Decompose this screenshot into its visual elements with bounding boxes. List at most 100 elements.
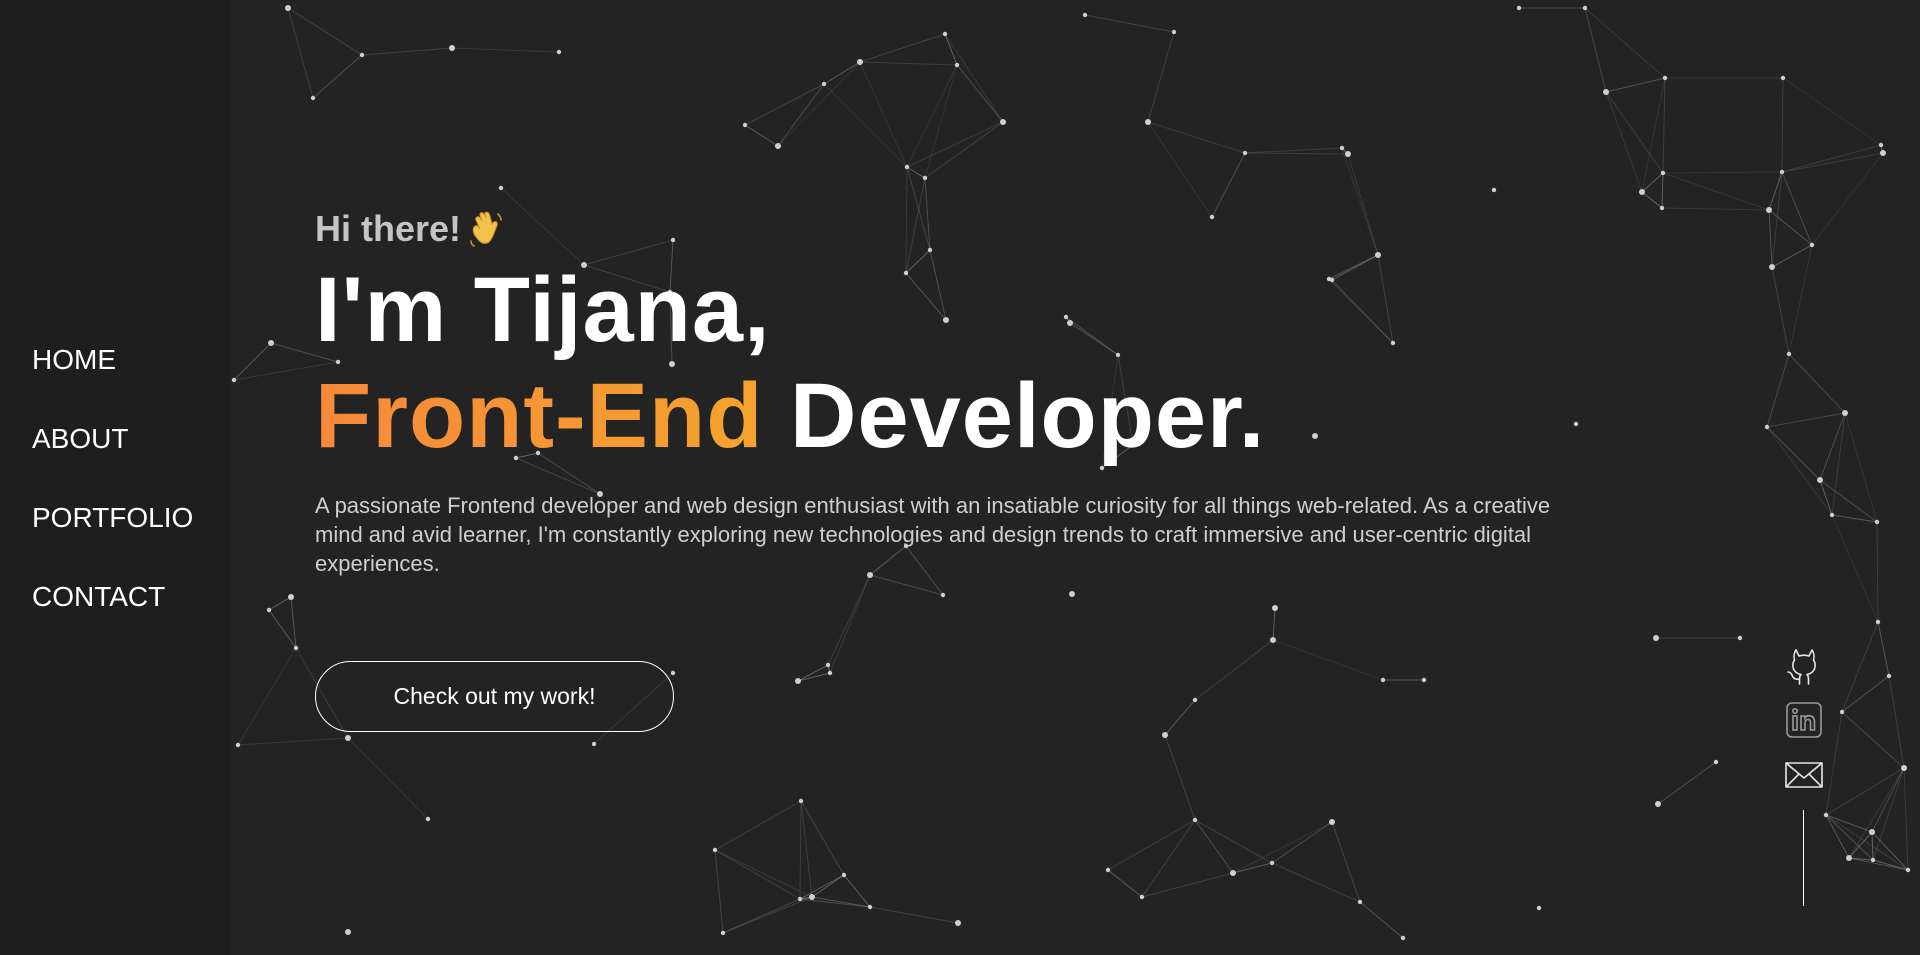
network-node [841,872,847,878]
network-link [799,874,845,900]
network-link [859,61,958,66]
network-link [361,47,453,56]
network-link [1768,209,1813,246]
nav-contact[interactable]: CONTACT [32,580,193,614]
mail-icon[interactable] [1783,754,1825,796]
network-node [266,607,272,613]
network-node [1270,637,1276,643]
network-link [1831,514,1879,623]
hero-section: Hi there! I'm Tijana, Front-End Develope… [315,205,1585,578]
network-node [857,59,863,65]
network-node [293,645,299,651]
network-link [1872,767,1905,861]
network-node [1400,935,1406,941]
linkedin-icon[interactable] [1783,699,1825,741]
nav-about[interactable]: ABOUT [32,422,193,456]
github-icon[interactable] [1783,644,1825,686]
network-link [829,574,871,674]
check-out-work-button[interactable]: Check out my work! [315,661,674,732]
network-node [1874,519,1880,525]
network-node [1786,351,1792,357]
network-node [867,904,873,910]
network-node [1829,512,1835,518]
network-node [670,670,676,676]
network-link [1605,77,1666,93]
network-link [1825,711,1843,816]
network-node [1878,142,1884,148]
network-node [825,662,831,668]
network-link [1147,31,1175,123]
network-node [1603,89,1609,95]
network-link [268,596,292,611]
network-link [869,906,959,924]
network-link [714,849,813,898]
network-node [742,122,748,128]
network-link [1244,152,1349,155]
network-node [1230,870,1236,876]
network-link [777,83,825,147]
network-node [1713,759,1719,765]
network-node [1536,905,1542,911]
network-link [924,121,1004,179]
hero-description: A passionate Frontend developer and web … [315,493,1551,576]
sidebar: HOME ABOUT PORTFOLIO CONTACT [0,0,230,955]
network-node [795,678,801,684]
network-node [1242,150,1248,156]
social-links [1783,644,1825,809]
network-node [821,81,827,87]
network-node [720,930,726,936]
network-node [310,95,316,101]
network-link [906,121,1004,168]
network-node [1655,801,1661,807]
network-node [449,45,455,51]
network-node [1192,697,1198,703]
network-link [1359,901,1404,939]
network-link [827,574,871,666]
network-link [1766,353,1790,428]
network-link [1781,152,1884,173]
network-link [800,800,845,876]
network-link [1271,821,1333,864]
network-link [1164,734,1196,821]
network-link [956,64,1004,123]
network-link [714,849,801,900]
hero-title-accent: Front-End [315,365,764,467]
network-node [712,847,718,853]
network-link [843,874,871,908]
network-link [1194,819,1234,874]
network-link [1271,862,1361,903]
network-node [775,143,781,149]
network-link [1811,152,1884,246]
network-node [1139,894,1145,900]
network-link [1819,479,1833,516]
network-node [940,592,946,598]
network-node [1880,150,1886,156]
network-link [347,737,429,820]
network-link [714,849,724,934]
network-link [1662,172,1770,211]
network-link [1194,639,1274,701]
nav-portfolio[interactable]: PORTFOLIO [32,501,193,535]
network-link [797,672,831,682]
network-node [1082,12,1088,18]
network-link [799,800,802,900]
network-node [288,594,294,600]
network-link [1194,819,1273,864]
network-link [1232,821,1333,874]
network-link [1771,266,1790,355]
network-node [231,377,237,383]
network-link [1232,862,1273,874]
network-node [1582,5,1588,11]
social-divider-line [1803,810,1804,906]
network-link [1244,147,1343,154]
network-link [1272,639,1384,681]
network-node [1339,145,1345,151]
network-node [1491,187,1497,193]
network-node [942,31,948,37]
network-link [1641,191,1663,209]
network-link [1147,121,1246,154]
nav-home[interactable]: HOME [32,343,193,377]
network-link [1662,77,1666,174]
network-link [290,596,297,649]
network-link [1147,121,1213,218]
